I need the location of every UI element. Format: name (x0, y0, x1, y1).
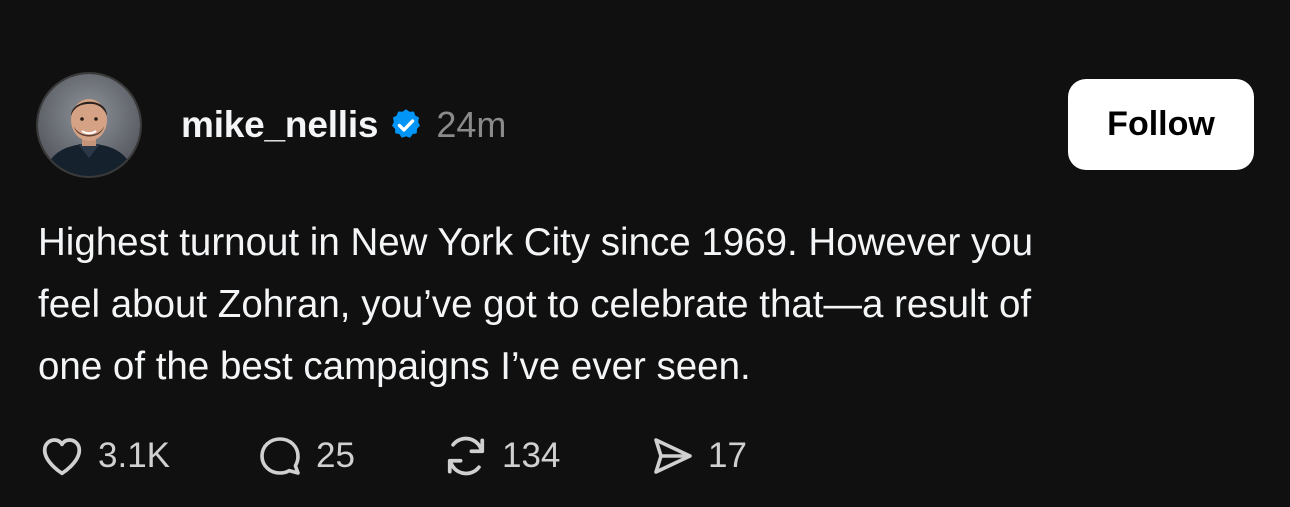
post-text-line: Highest turnout in New York City since 1… (38, 221, 1034, 264)
post-timestamp: 24m (436, 104, 507, 145)
verified-badge-icon (388, 107, 424, 143)
heart-icon (36, 430, 88, 482)
post-text-line: one of the best campaigns I’ve ever seen… (38, 345, 751, 388)
repost-icon (440, 430, 492, 482)
thread-post: mike_nellis 24m Follow Highest turnout i… (0, 0, 1290, 507)
reply-count: 25 (316, 436, 355, 475)
avatar-image (38, 74, 140, 176)
comment-icon (254, 430, 306, 482)
reply-button[interactable]: 25 (254, 430, 440, 482)
post-text: Highest turnout in New York City since 1… (38, 212, 1253, 398)
follow-button[interactable]: Follow (1068, 79, 1254, 170)
username[interactable]: mike_nellis (181, 104, 379, 146)
like-button[interactable]: 3.1K (36, 430, 254, 482)
share-count: 17 (708, 436, 747, 475)
like-count: 3.1K (98, 436, 170, 475)
post-header: mike_nellis 24m (181, 101, 506, 149)
share-button[interactable]: 17 (646, 430, 786, 482)
post-text-line: feel about Zohran, you’ve got to celebra… (38, 283, 1032, 326)
repost-button[interactable]: 134 (440, 430, 646, 482)
repost-count: 134 (502, 436, 561, 475)
post-actions: 3.1K 25 134 17 (36, 430, 786, 482)
send-icon (646, 430, 698, 482)
avatar[interactable] (36, 72, 142, 178)
